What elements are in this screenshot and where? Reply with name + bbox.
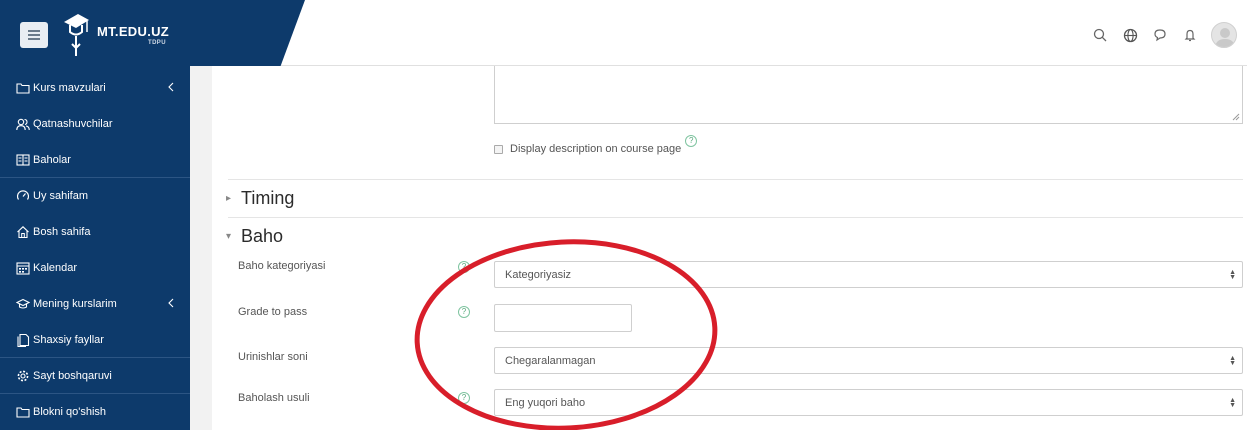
- display-description-checkbox[interactable]: [494, 144, 503, 154]
- grade-category-label: Baho kategoriyasi: [238, 260, 326, 272]
- attempts-value: Chegaralanmagan: [505, 354, 596, 367]
- header-actions: [1091, 22, 1237, 48]
- sidebar-item-label: Baholar: [33, 154, 71, 166]
- user-avatar[interactable]: [1211, 22, 1237, 48]
- sidebar-item-label: Mening kurslarim: [33, 298, 117, 310]
- attempts-label: Urinishlar soni: [238, 351, 308, 363]
- grade-category-value: Kategoriyasiz: [505, 268, 572, 281]
- section-timing-title: Timing: [241, 188, 295, 208]
- grade-to-pass-label: Grade to pass: [238, 306, 308, 318]
- sidebar-item-label: Shaxsiy fayllar: [33, 334, 104, 346]
- search-icon[interactable]: [1091, 26, 1109, 44]
- sidebar-item-label: Qatnashuvchilar: [33, 118, 113, 130]
- select-arrows-icon: ▲ ▼: [1229, 355, 1236, 367]
- grading-method-label: Baholash usuli: [238, 392, 310, 404]
- sidebar-item-participants[interactable]: Qatnashuvchilar: [0, 106, 190, 142]
- brand-name[interactable]: MT.EDU.UZ: [97, 24, 169, 39]
- sidebar-item-course-topics[interactable]: Kurs mavzulari: [0, 70, 190, 106]
- files-icon: [17, 333, 30, 347]
- sidebar-item-label: Kurs mavzulari: [33, 82, 106, 94]
- chevron-left-icon: [168, 298, 174, 308]
- display-description-label: Display description on course page: [510, 143, 682, 155]
- help-icon[interactable]: ?: [685, 135, 698, 147]
- sidebar-item-private-files[interactable]: Shaxsiy fayllar: [0, 322, 190, 358]
- users-icon: [16, 118, 30, 131]
- graduation-cap-icon: [16, 298, 30, 309]
- bell-icon[interactable]: [1181, 26, 1199, 44]
- description-textarea[interactable]: [494, 66, 1243, 124]
- sidebar-item-my-courses[interactable]: Mening kurslarim: [0, 286, 190, 322]
- section-divider: [228, 217, 1243, 218]
- sidebar-item-add-block[interactable]: Blokni qo'shish: [0, 394, 190, 430]
- section-grade-title: Baho: [241, 226, 284, 246]
- display-description-row: Display description on course page ?: [494, 135, 698, 155]
- menu-toggle-button[interactable]: [20, 22, 48, 48]
- top-navbar: MT.EDU.UZ TDPU: [0, 0, 1247, 66]
- sidebar-item-label: Sayt boshqaruvi: [33, 370, 112, 382]
- sidebar-item-label: Bosh sahifa: [33, 226, 91, 238]
- hamburger-icon: [28, 34, 40, 36]
- section-divider: [228, 179, 1243, 180]
- help-icon[interactable]: ?: [458, 261, 470, 273]
- home-icon: [17, 226, 29, 239]
- grading-method-value: Eng yuqori baho: [505, 396, 586, 409]
- resize-grip-icon[interactable]: [1232, 113, 1240, 121]
- sidebar-item-label: Blokni qo'shish: [33, 406, 107, 418]
- folder-icon: [16, 83, 30, 94]
- help-icon[interactable]: ?: [458, 392, 470, 404]
- sidebar-item-site-admin[interactable]: Sayt boshqaruvi: [0, 358, 190, 394]
- attempts-select[interactable]: Chegaralanmagan ▲ ▼: [494, 347, 1243, 374]
- caret-down-icon: ▾: [226, 231, 232, 242]
- brand-area: MT.EDU.UZ TDPU: [0, 0, 305, 66]
- sidebar-nav: Kurs mavzulari Qatnashuvchilar Baholar U…: [0, 66, 190, 430]
- select-arrows-icon: ▲ ▼: [1229, 397, 1236, 409]
- help-icon[interactable]: ?: [458, 306, 470, 318]
- sidebar-item-label: Uy sahifam: [33, 190, 89, 202]
- gear-icon: [17, 370, 29, 382]
- calendar-icon: [16, 262, 30, 275]
- globe-icon[interactable]: [1121, 26, 1139, 44]
- sidebar-item-dashboard[interactable]: Uy sahifam: [0, 178, 190, 214]
- grading-method-select[interactable]: Eng yuqori baho ▲ ▼: [494, 389, 1243, 416]
- sidebar-item-grades[interactable]: Baholar: [0, 142, 190, 178]
- folder-icon: [16, 407, 30, 418]
- grade-category-select[interactable]: Kategoriyasiz ▲ ▼: [494, 261, 1243, 288]
- select-arrows-icon: ▲ ▼: [1229, 269, 1236, 281]
- graduation-logo-icon: [64, 14, 89, 56]
- brand-subtitle: TDPU: [148, 40, 166, 46]
- section-timing-header[interactable]: ▸ Timing: [226, 188, 294, 209]
- sidebar-item-home[interactable]: Bosh sahifa: [0, 214, 190, 250]
- section-grade-header[interactable]: ▾ Baho: [226, 226, 283, 247]
- dashboard-icon: [16, 190, 30, 200]
- gradebook-icon: [16, 154, 30, 166]
- sidebar-item-calendar[interactable]: Kalendar: [0, 250, 190, 286]
- sidebar-item-label: Kalendar: [33, 262, 78, 274]
- caret-right-icon: ▸: [226, 193, 232, 204]
- chat-icon[interactable]: [1151, 26, 1169, 44]
- main-form: Display description on course page ? ▸ T…: [212, 66, 1247, 430]
- chevron-left-icon: [168, 82, 174, 92]
- grade-to-pass-input[interactable]: [494, 304, 632, 332]
